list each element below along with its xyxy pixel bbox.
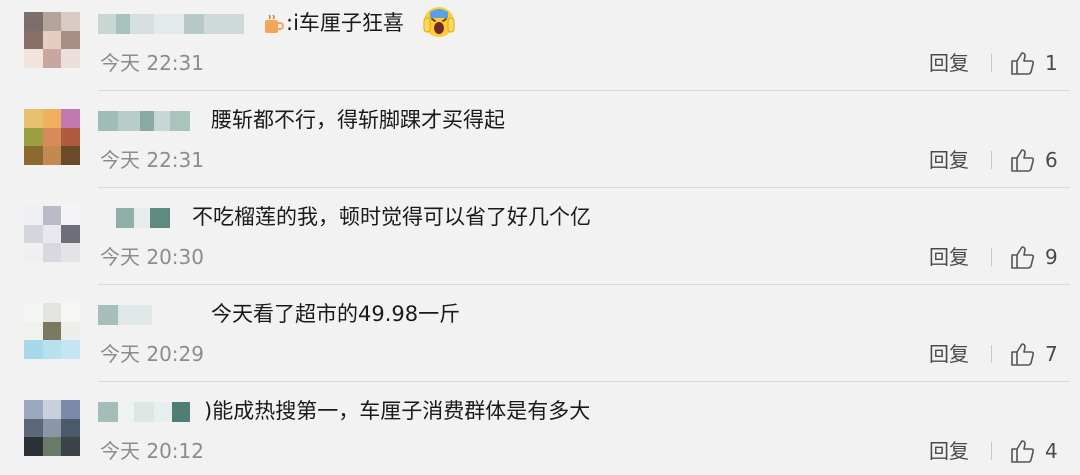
comment-item: 腰斩都不行，得斩脚踝才买得起 今天 22:31 回复 6 — [0, 97, 1080, 194]
avatar[interactable] — [24, 206, 80, 262]
comment-text: 今天看了超市的49.98一斤 — [211, 302, 461, 326]
avatar[interactable] — [24, 400, 80, 456]
thumbs-up-icon[interactable] — [1010, 341, 1036, 367]
reply-button[interactable]: 回复 — [929, 341, 969, 367]
comment-time: 今天 20:30 — [100, 245, 204, 269]
avatar[interactable] — [24, 12, 80, 68]
divider — [991, 151, 992, 169]
comment-text: 不吃榴莲的我，顿时觉得可以省了好几个亿 — [192, 205, 591, 229]
row-divider — [98, 187, 1070, 188]
username-blurred[interactable] — [116, 208, 170, 228]
thumbs-up-icon[interactable] — [1010, 244, 1036, 270]
username-blurred[interactable] — [98, 402, 190, 422]
divider — [991, 442, 992, 460]
comment-item: )能成热搜第一，车厘子消费群体是有多大 今天 20:12 回复 4 — [0, 388, 1080, 475]
divider — [991, 248, 992, 266]
avatar[interactable] — [24, 303, 80, 359]
comment-time: 今天 22:31 — [100, 51, 204, 75]
comment-text: :i车厘子狂喜 — [286, 11, 404, 35]
reply-button[interactable]: 回复 — [929, 244, 969, 270]
comment-item: :i车厘子狂喜 今天 22:31 回复 1 — [0, 0, 1080, 97]
comment-time: 今天 20:12 — [100, 439, 204, 463]
thumbs-up-icon[interactable] — [1010, 50, 1036, 76]
comment-item: 不吃榴莲的我，顿时觉得可以省了好几个亿 今天 20:30 回复 9 — [0, 194, 1080, 291]
divider — [991, 345, 992, 363]
divider — [991, 54, 992, 72]
username-blurred[interactable] — [98, 111, 190, 131]
comment-item: 今天看了超市的49.98一斤 今天 20:29 回复 7 — [0, 291, 1080, 388]
row-divider — [98, 381, 1070, 382]
row-divider — [98, 284, 1070, 285]
thumbs-up-icon[interactable] — [1010, 147, 1036, 173]
like-count: 7 — [1045, 342, 1058, 366]
username-blurred[interactable] — [98, 305, 152, 325]
reply-button[interactable]: 回复 — [929, 438, 969, 464]
like-count: 1 — [1045, 51, 1058, 75]
comment-text: )能成热搜第一，车厘子消费群体是有多大 — [204, 399, 591, 423]
like-count: 4 — [1045, 439, 1058, 463]
comment-time: 今天 22:31 — [100, 148, 204, 172]
comment-list: :i车厘子狂喜 今天 22:31 回复 1 腰斩都不行，得斩脚踝才买得起 今天 … — [0, 0, 1080, 475]
reply-button[interactable]: 回复 — [929, 50, 969, 76]
like-count: 6 — [1045, 148, 1058, 172]
comment-time: 今天 20:29 — [100, 342, 204, 366]
comment-text: 腰斩都不行，得斩脚踝才买得起 — [211, 108, 505, 132]
reply-button[interactable]: 回复 — [929, 147, 969, 173]
username-blurred[interactable] — [98, 14, 244, 34]
coffee-cup-icon — [265, 14, 284, 33]
thumbs-up-icon[interactable] — [1010, 438, 1036, 464]
like-count: 9 — [1045, 245, 1058, 269]
row-divider — [98, 90, 1070, 91]
screaming-face-icon — [423, 7, 455, 37]
avatar[interactable] — [24, 109, 80, 165]
